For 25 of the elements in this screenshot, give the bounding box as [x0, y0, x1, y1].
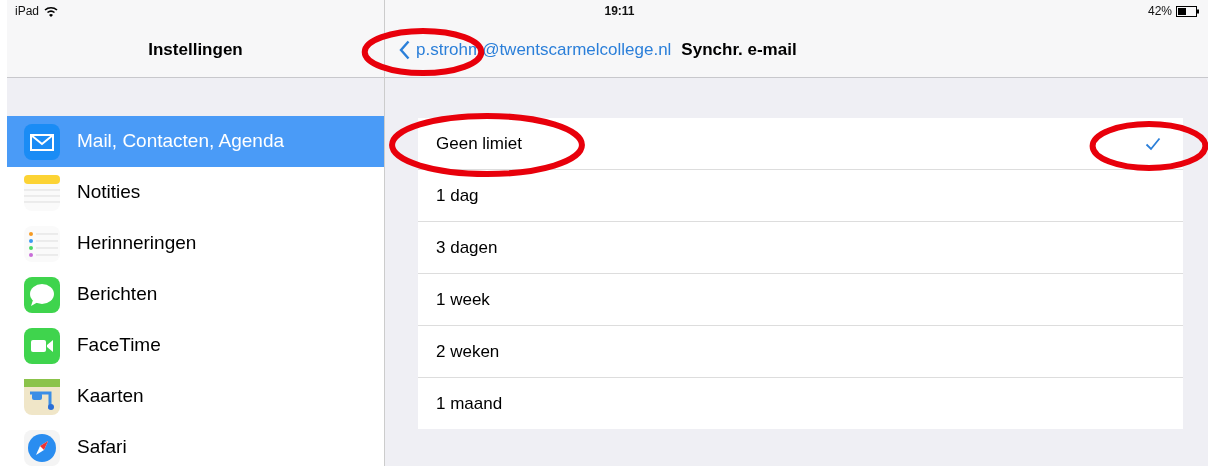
- option-label: 3 dagen: [436, 237, 498, 258]
- sidebar-title: Instellingen: [148, 39, 243, 60]
- device-name: iPad: [15, 4, 40, 18]
- envelope-icon: [24, 123, 60, 160]
- option-label: 1 week: [436, 289, 490, 310]
- sync-option[interactable]: 3 dagen: [418, 222, 1183, 274]
- page-title: Synchr. e-mail: [681, 39, 797, 60]
- sync-option[interactable]: 2 weken: [418, 326, 1183, 378]
- sync-option[interactable]: 1 dag: [418, 170, 1183, 222]
- option-label: Geen limiet: [436, 133, 522, 154]
- compass-icon: [24, 429, 60, 466]
- sync-option[interactable]: 1 maand: [418, 378, 1183, 429]
- option-label: 1 maand: [436, 393, 503, 414]
- option-label: 1 dag: [436, 185, 479, 206]
- video-camera-icon: [24, 327, 60, 364]
- sync-option[interactable]: Geen limiet: [418, 118, 1183, 170]
- map-icon: [24, 378, 60, 415]
- option-label: 2 weken: [436, 341, 500, 362]
- status-time: 19:11: [603, 4, 635, 18]
- battery-icon: [1176, 5, 1200, 17]
- wifi-icon: [44, 5, 59, 17]
- battery-percentage: 42%: [1147, 4, 1172, 18]
- speech-bubble-icon: [24, 276, 60, 313]
- sync-option[interactable]: 1 week: [418, 274, 1183, 326]
- chevron-left-icon: [399, 39, 410, 60]
